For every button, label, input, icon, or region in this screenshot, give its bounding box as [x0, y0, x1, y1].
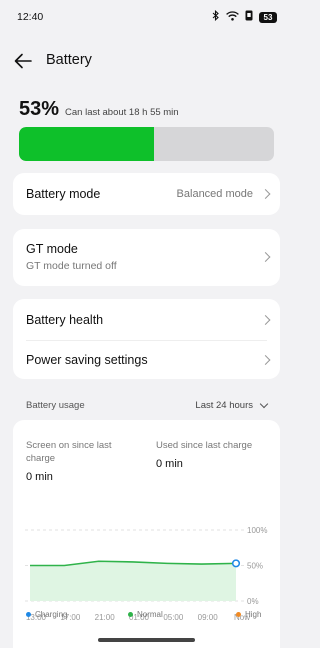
- legend-dot-high: [236, 612, 241, 617]
- legend-dot-charging: [26, 612, 31, 617]
- y-tick-label: 0%: [247, 597, 259, 606]
- battery-usage-chart: 100%50%0%13:00 17:00 21:00 01:00 05:00 09:00 N…: [25, 526, 267, 622]
- x-tick-label: 05:00: [163, 613, 184, 622]
- current-level-point: [231, 559, 241, 568]
- y-tick-label: 50%: [247, 562, 263, 571]
- legend-normal: Normal: [128, 610, 163, 619]
- x-tick-label: 09:00: [198, 613, 219, 622]
- legend-high-label: High: [245, 610, 262, 619]
- legend-high: High: [236, 610, 261, 619]
- legend-charging-label: Charging: [35, 610, 68, 619]
- usage-area: [30, 561, 236, 601]
- y-tick-label: 100%: [247, 526, 267, 535]
- x-tick-label: 21:00: [95, 613, 116, 622]
- home-indicator: [98, 638, 195, 642]
- legend-charging: Charging: [26, 610, 67, 619]
- legend-normal-label: Normal: [137, 610, 163, 619]
- legend-dot-normal: [128, 612, 133, 617]
